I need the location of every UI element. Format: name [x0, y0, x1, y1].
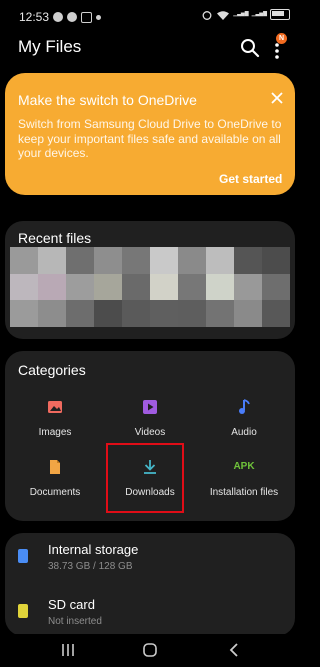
document-icon: [50, 460, 60, 474]
category-label: Videos: [134, 427, 166, 438]
search-icon[interactable]: [238, 36, 262, 60]
status-time: 12:53: [19, 10, 50, 24]
notification-badge: N: [276, 33, 287, 44]
recent-file-thumbnail[interactable]: [94, 300, 122, 327]
storage-usage: 38.73 GB / 128 GB: [48, 561, 133, 572]
status-left: 12:53: [19, 10, 102, 24]
category-label: Installation files: [209, 487, 279, 498]
recent-files-title: Recent files: [18, 230, 92, 246]
storage-title: Internal storage: [48, 542, 139, 557]
storage-card: Internal storage 38.73 GB / 128 GB SD ca…: [5, 533, 295, 636]
music-note-icon: [239, 399, 250, 414]
signal-1-icon: ▁▃▅▇: [233, 11, 249, 17]
signal-2-icon: ▁▃▅▇: [251, 11, 267, 17]
downloads-highlight-box: [106, 443, 184, 513]
promo-body: Switch from Samsung Cloud Drive to OneDr…: [18, 117, 282, 160]
whatsapp-icon: [67, 12, 78, 22]
back-icon[interactable]: [224, 641, 244, 659]
category-installation-files[interactable]: APK Installation files: [204, 459, 284, 498]
recent-file-thumbnail[interactable]: [10, 300, 38, 327]
recent-files-thumbnails[interactable]: [10, 247, 290, 327]
category-label: Audio: [231, 427, 257, 438]
recent-file-thumbnail[interactable]: [66, 247, 94, 274]
page-title: My Files: [18, 37, 82, 56]
storage-title: SD card: [48, 597, 95, 612]
recent-file-thumbnail[interactable]: [122, 300, 150, 327]
recent-file-thumbnail[interactable]: [94, 247, 122, 274]
recent-file-thumbnail[interactable]: [234, 247, 262, 274]
categories-title: Categories: [18, 362, 86, 378]
system-nav-bar: [0, 634, 300, 667]
recent-file-thumbnail[interactable]: [122, 273, 150, 301]
category-images[interactable]: Images: [15, 399, 95, 438]
recent-file-thumbnail[interactable]: [234, 300, 262, 327]
image-icon: [48, 401, 62, 413]
battery-icon: [270, 9, 290, 20]
recent-file-thumbnail[interactable]: [38, 273, 66, 301]
recent-file-thumbnail[interactable]: [10, 247, 38, 274]
recent-apps-icon[interactable]: [58, 641, 78, 659]
category-label: Images: [38, 427, 72, 438]
apk-icon: APK: [233, 461, 255, 472]
recent-file-thumbnail[interactable]: [178, 273, 206, 301]
recent-file-thumbnail[interactable]: [10, 273, 38, 301]
app-bar: My Files N: [0, 30, 300, 70]
close-icon[interactable]: [270, 91, 284, 105]
recent-file-thumbnail[interactable]: [150, 273, 178, 301]
recent-file-thumbnail[interactable]: [262, 247, 290, 274]
recent-file-thumbnail[interactable]: [66, 273, 94, 301]
notification-dot-icon: [96, 14, 102, 20]
internal-storage-item[interactable]: Internal storage 38.73 GB / 128 GB: [18, 542, 288, 582]
recent-file-thumbnail[interactable]: [178, 247, 206, 274]
recent-files-card: Recent files: [5, 221, 295, 339]
storage-status: Not inserted: [48, 616, 102, 627]
recent-file-thumbnail[interactable]: [206, 247, 234, 274]
recent-file-thumbnail[interactable]: [150, 300, 178, 327]
instagram-icon: [81, 11, 93, 23]
category-label: Documents: [29, 487, 81, 498]
video-icon: [143, 400, 157, 414]
recent-file-thumbnail[interactable]: [206, 300, 234, 327]
category-audio[interactable]: Audio: [204, 399, 284, 438]
category-documents[interactable]: Documents: [15, 459, 95, 498]
category-videos[interactable]: Videos: [110, 399, 190, 438]
promo-title: Make the switch to OneDrive: [18, 92, 197, 108]
recent-file-thumbnail[interactable]: [38, 300, 66, 327]
home-icon[interactable]: [140, 641, 160, 659]
recent-file-thumbnail[interactable]: [262, 300, 290, 327]
status-bar: 12:53 ▁▃▅▇ ▁▃▅▇: [0, 0, 300, 32]
status-right: ▁▃▅▇ ▁▃▅▇: [201, 9, 290, 20]
recent-file-thumbnail[interactable]: [178, 300, 206, 327]
recent-file-thumbnail[interactable]: [38, 247, 66, 274]
alarm-icon: [202, 10, 212, 20]
recent-file-thumbnail[interactable]: [94, 273, 122, 301]
phone-storage-icon: [18, 549, 28, 563]
wifi-icon: [217, 10, 230, 20]
recent-file-thumbnail[interactable]: [66, 300, 94, 327]
messenger-icon: [53, 12, 64, 22]
recent-file-thumbnail[interactable]: [262, 273, 290, 301]
get-started-button[interactable]: Get started: [219, 172, 282, 186]
recent-file-thumbnail[interactable]: [122, 247, 150, 274]
recent-file-thumbnail[interactable]: [150, 247, 178, 274]
recent-file-thumbnail[interactable]: [206, 273, 234, 301]
sd-card-icon: [18, 604, 28, 618]
sd-card-item[interactable]: SD card Not inserted: [18, 597, 288, 637]
recent-file-thumbnail[interactable]: [234, 273, 262, 301]
